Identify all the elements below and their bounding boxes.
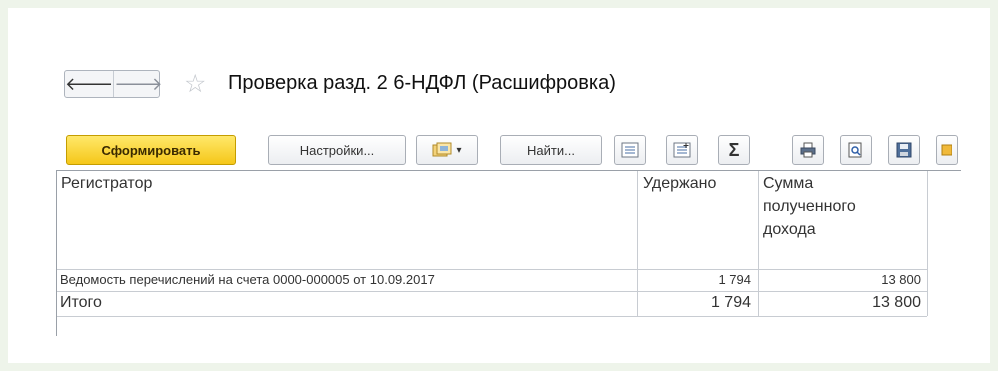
- variant-icon: [432, 142, 452, 158]
- column-separator: [637, 171, 638, 269]
- column-header-income-line: Сумма: [763, 175, 814, 192]
- expand-groups-icon: [673, 142, 691, 158]
- save-icon: [896, 142, 912, 158]
- preview-button[interactable]: [840, 135, 872, 165]
- collapse-groups-button[interactable]: [614, 135, 646, 165]
- row-separator: [57, 291, 927, 292]
- column-header-withheld: Удержано: [643, 175, 717, 192]
- sum-icon: Σ: [728, 139, 740, 160]
- row-separator: [57, 269, 927, 270]
- extra-icon: [940, 143, 952, 157]
- generate-button[interactable]: Сформировать: [66, 135, 236, 165]
- column-header-income-line: дохода: [763, 221, 816, 238]
- expand-groups-button[interactable]: [666, 135, 698, 165]
- collapse-groups-icon: [621, 142, 639, 158]
- find-button[interactable]: Найти...: [500, 135, 602, 165]
- row-registrar: Ведомость перечислений на счета 0000-000…: [60, 272, 435, 287]
- preview-icon: [847, 142, 865, 158]
- column-header-income-line: полученного: [763, 198, 856, 215]
- extra-button[interactable]: [936, 135, 958, 165]
- column-separator: [637, 269, 638, 316]
- total-income: 13 800: [872, 294, 921, 311]
- settings-button[interactable]: Настройки...: [268, 135, 406, 165]
- sum-button[interactable]: Σ: [718, 135, 750, 165]
- report-table[interactable]: Регистратор Удержано Сумма полученного д…: [56, 170, 961, 336]
- save-button[interactable]: [888, 135, 920, 165]
- print-button[interactable]: [792, 135, 824, 165]
- variant-dropdown-button[interactable]: ▾: [416, 135, 478, 165]
- row-separator: [57, 316, 927, 317]
- column-separator: [758, 269, 759, 316]
- column-separator: [758, 171, 759, 269]
- total-label: Итого: [60, 294, 102, 311]
- column-separator: [927, 171, 928, 316]
- row-withheld: 1 794: [718, 272, 751, 287]
- row-income: 13 800: [881, 272, 921, 287]
- total-withheld: 1 794: [710, 294, 751, 311]
- print-icon: [799, 142, 817, 158]
- column-header-registrar: Регистратор: [61, 175, 153, 192]
- chevron-down-icon: ▾: [456, 144, 462, 156]
